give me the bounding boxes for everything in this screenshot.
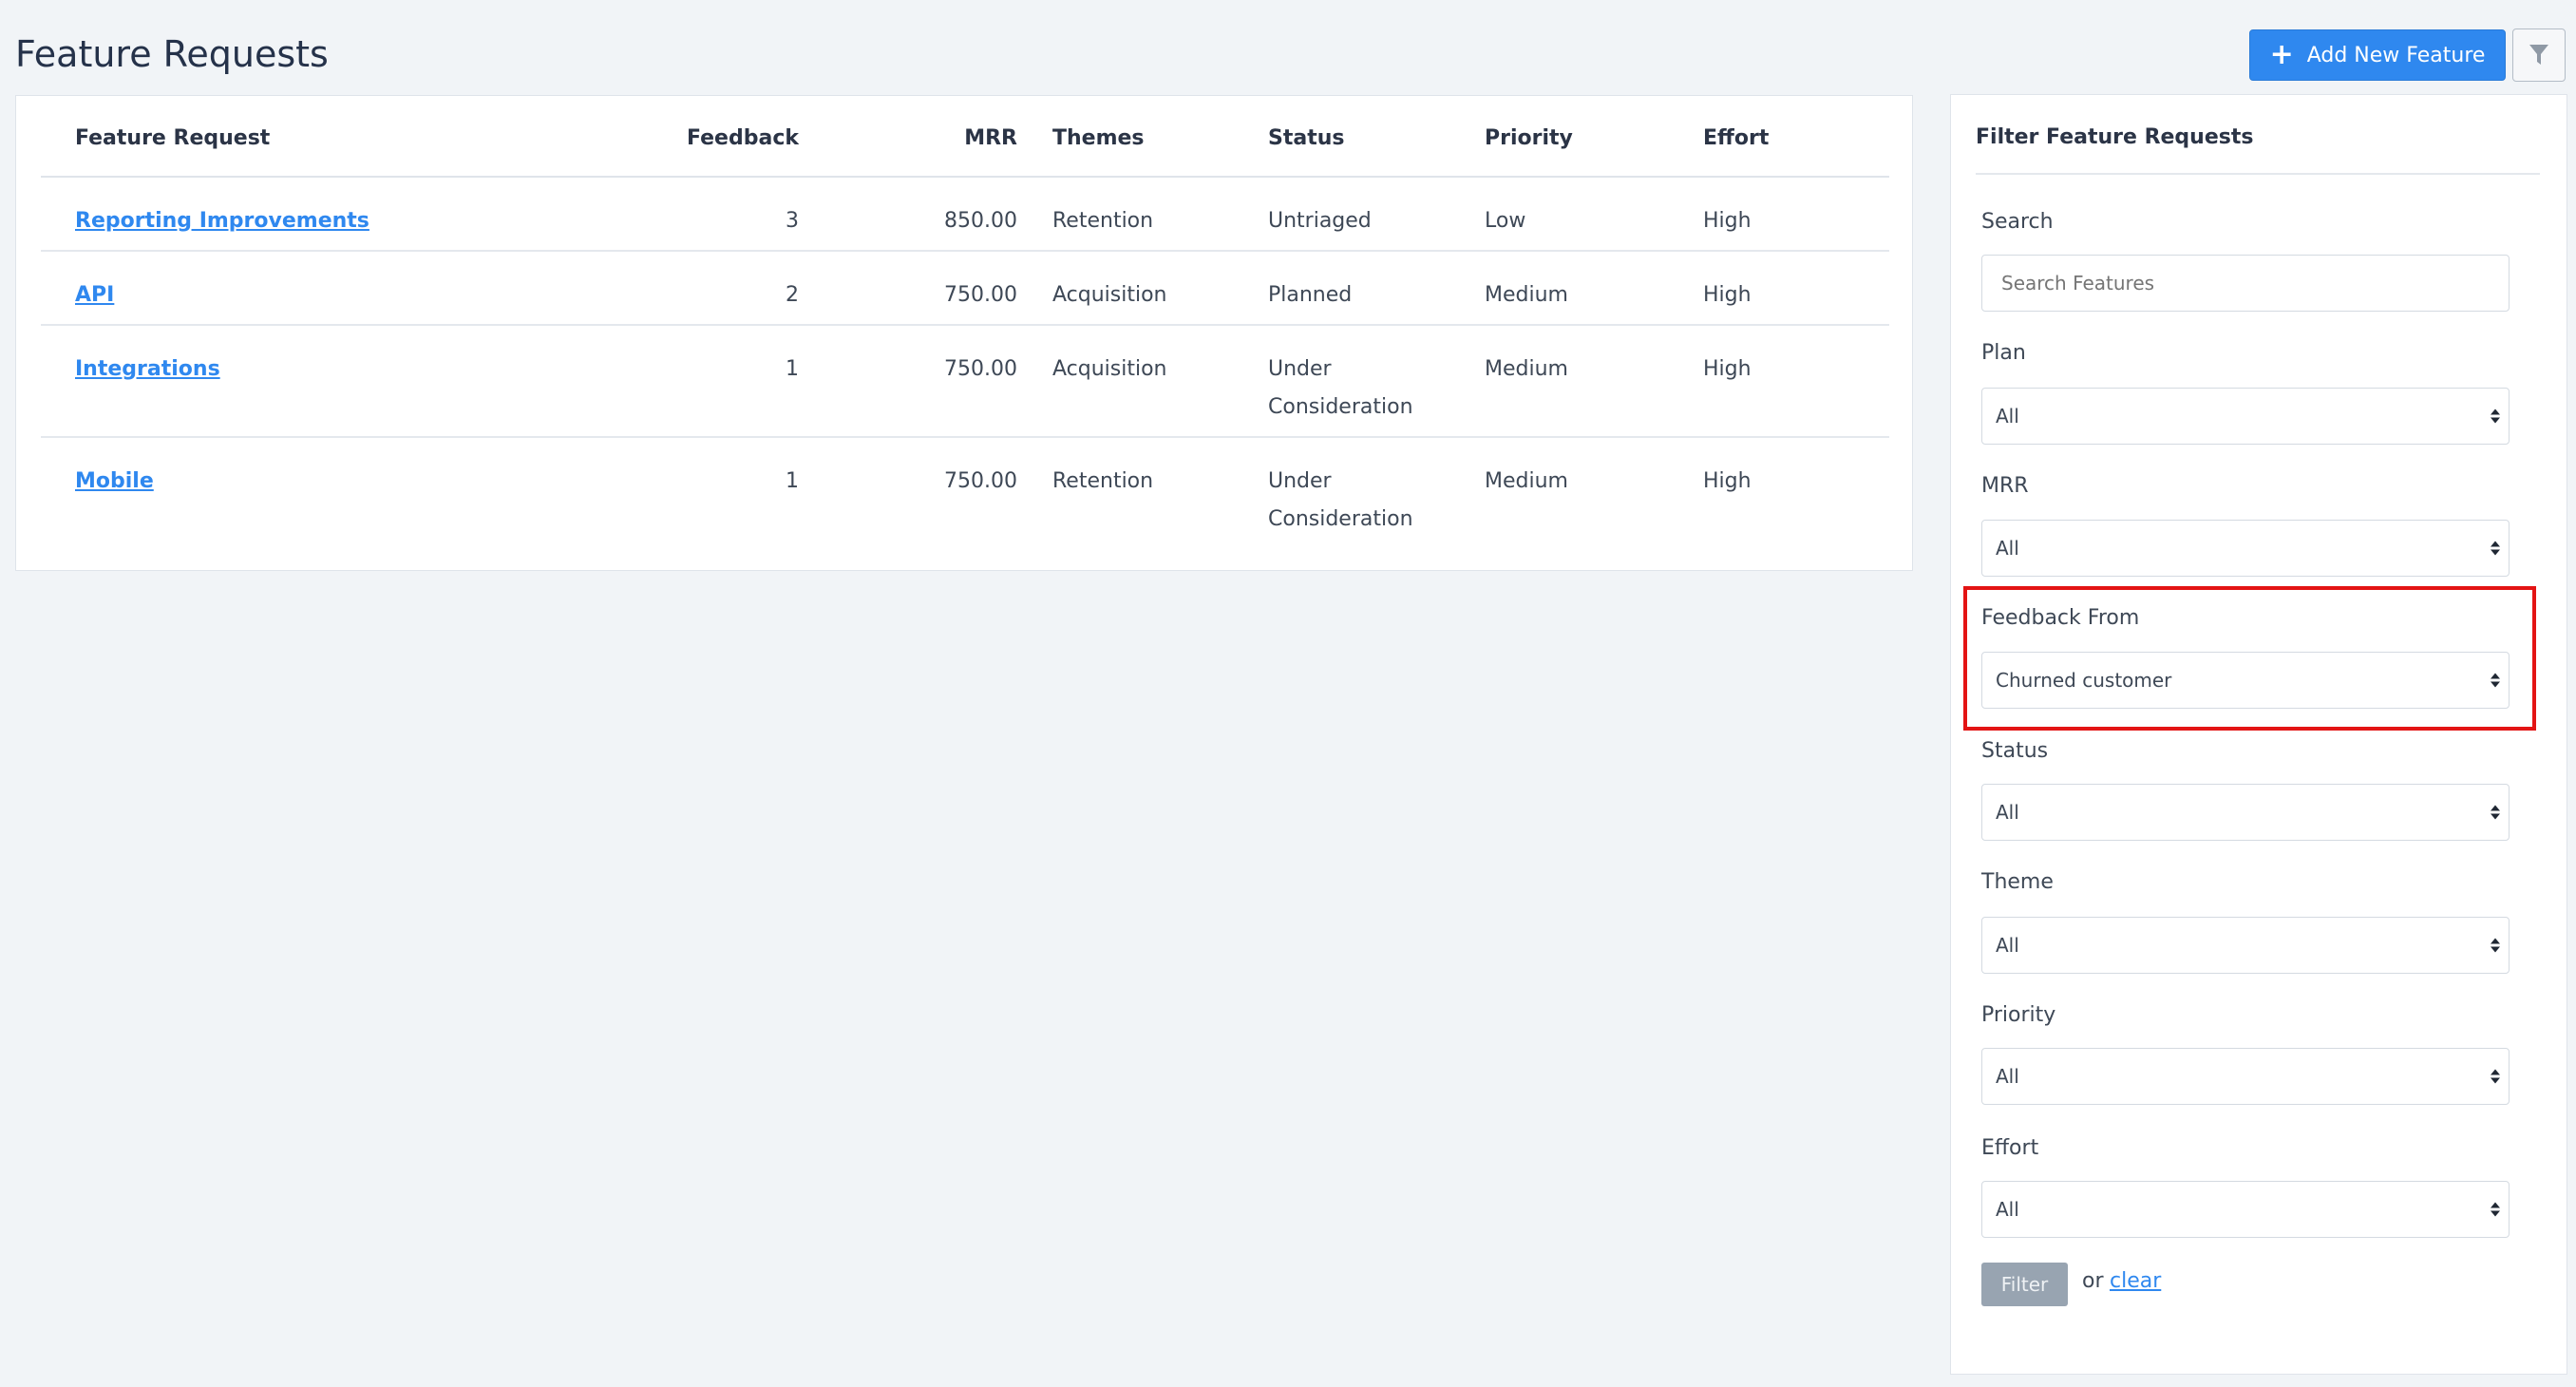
status-select-value: All xyxy=(1996,801,2019,824)
mrr-cell: 750.00 xyxy=(944,357,1017,381)
feature-name-cell: API xyxy=(75,276,114,314)
status-select[interactable]: All xyxy=(1981,784,2510,841)
header-status: Status xyxy=(1268,126,1345,150)
feature-name-cell: Reporting Improvements xyxy=(75,202,369,240)
add-new-feature-label: Add New Feature xyxy=(2306,43,2486,67)
status-label: Status xyxy=(1981,739,2049,763)
updown-arrows-icon xyxy=(2491,541,2500,556)
priority-select[interactable]: All xyxy=(1981,1048,2510,1105)
themes-cell: Retention xyxy=(1052,209,1154,233)
priority-cell: Medium xyxy=(1485,283,1568,307)
feedback-cell: 2 xyxy=(786,283,799,307)
feature-link[interactable]: API xyxy=(75,283,114,307)
filter-divider xyxy=(1976,173,2540,175)
table-row: API 2 750.00 Acquisition Planned Medium … xyxy=(41,252,1889,326)
updown-arrows-icon xyxy=(2491,673,2500,688)
effort-select[interactable]: All xyxy=(1981,1181,2510,1238)
themes-cell: Acquisition xyxy=(1052,357,1167,381)
mrr-select[interactable]: All xyxy=(1981,520,2510,577)
priority-select-value: All xyxy=(1996,1065,2019,1088)
feature-link[interactable]: Mobile xyxy=(75,469,154,493)
status-line: Under xyxy=(1268,469,1332,493)
feedback-from-select[interactable]: Churned customer xyxy=(1981,652,2510,709)
status-cell: Under Consideration xyxy=(1268,463,1413,539)
plan-select-value: All xyxy=(1996,405,2019,428)
feedback-cell: 1 xyxy=(786,469,799,493)
mrr-cell: 750.00 xyxy=(944,283,1017,307)
filter-panel: Filter Feature Requests Search Plan All … xyxy=(1950,94,2567,1375)
header-mrr: MRR xyxy=(964,126,1017,150)
or-text: or xyxy=(2082,1269,2104,1293)
clear-filters-link[interactable]: clear xyxy=(2110,1269,2161,1293)
header-priority: Priority xyxy=(1485,126,1573,150)
themes-cell: Retention xyxy=(1052,469,1154,493)
funnel-icon xyxy=(2529,45,2548,65)
table-row: Mobile 1 750.00 Retention Under Considera… xyxy=(41,438,1889,548)
filter-toggle-button[interactable] xyxy=(2512,28,2566,82)
feedback-cell: 1 xyxy=(786,357,799,381)
header-themes: Themes xyxy=(1052,126,1145,150)
feature-requests-table: Feature Request Feedback MRR Themes Stat… xyxy=(41,96,1889,548)
priority-cell: Medium xyxy=(1485,357,1568,381)
status-cell: Under Consideration xyxy=(1268,351,1413,427)
theme-select[interactable]: All xyxy=(1981,917,2510,974)
table-row: Integrations 1 750.00 Acquisition Under C… xyxy=(41,326,1889,438)
effort-select-value: All xyxy=(1996,1198,2019,1221)
plan-select[interactable]: All xyxy=(1981,388,2510,445)
plus-icon: + xyxy=(2269,38,2294,71)
header-effort: Effort xyxy=(1703,126,1770,150)
effort-label: Effort xyxy=(1981,1136,2039,1160)
feedback-cell: 3 xyxy=(786,209,799,233)
theme-select-value: All xyxy=(1996,934,2019,957)
effort-cell: High xyxy=(1703,357,1752,381)
mrr-cell: 750.00 xyxy=(944,469,1017,493)
search-label: Search xyxy=(1981,210,2054,234)
header-feedback: Feedback xyxy=(687,126,799,150)
mrr-select-value: All xyxy=(1996,537,2019,560)
themes-cell: Acquisition xyxy=(1052,283,1167,307)
table-header-row: Feature Request Feedback MRR Themes Stat… xyxy=(41,96,1889,178)
feedback-from-select-value: Churned customer xyxy=(1996,669,2172,692)
feature-link[interactable]: Integrations xyxy=(75,357,220,381)
mrr-label: MRR xyxy=(1981,474,2029,498)
feedback-from-label: Feedback From xyxy=(1981,606,2140,630)
effort-cell: High xyxy=(1703,209,1752,233)
feature-requests-table-card: Feature Request Feedback MRR Themes Stat… xyxy=(15,95,1913,571)
status-cell: Untriaged xyxy=(1268,202,1372,240)
updown-arrows-icon xyxy=(2491,805,2500,820)
mrr-cell: 850.00 xyxy=(944,209,1017,233)
status-line: Under xyxy=(1268,357,1332,381)
filter-submit-button[interactable]: Filter xyxy=(1981,1263,2068,1306)
add-new-feature-button[interactable]: + Add New Feature xyxy=(2249,29,2506,81)
theme-label: Theme xyxy=(1981,870,2054,894)
updown-arrows-icon xyxy=(2491,408,2500,424)
updown-arrows-icon xyxy=(2491,938,2500,953)
table-row: Reporting Improvements 3 850.00 Retentio… xyxy=(41,178,1889,252)
page-title: Feature Requests xyxy=(15,33,329,75)
status-line: Planned xyxy=(1268,283,1353,307)
plan-label: Plan xyxy=(1981,341,2026,365)
updown-arrows-icon xyxy=(2491,1069,2500,1084)
effort-cell: High xyxy=(1703,283,1752,307)
priority-cell: Low xyxy=(1485,209,1526,233)
priority-label: Priority xyxy=(1981,1003,2056,1027)
status-cell: Planned xyxy=(1268,276,1352,314)
feature-name-cell: Integrations xyxy=(75,351,220,389)
status-line: Untriaged xyxy=(1268,209,1372,233)
filter-panel-title: Filter Feature Requests xyxy=(1976,125,2254,149)
feature-name-cell: Mobile xyxy=(75,463,154,501)
header-feature-request: Feature Request xyxy=(75,126,271,150)
updown-arrows-icon xyxy=(2491,1202,2500,1217)
feature-link[interactable]: Reporting Improvements xyxy=(75,209,369,233)
status-line: Consideration xyxy=(1268,507,1413,531)
status-line: Consideration xyxy=(1268,395,1413,419)
effort-cell: High xyxy=(1703,469,1752,493)
priority-cell: Medium xyxy=(1485,469,1568,493)
search-input[interactable] xyxy=(1981,255,2510,312)
